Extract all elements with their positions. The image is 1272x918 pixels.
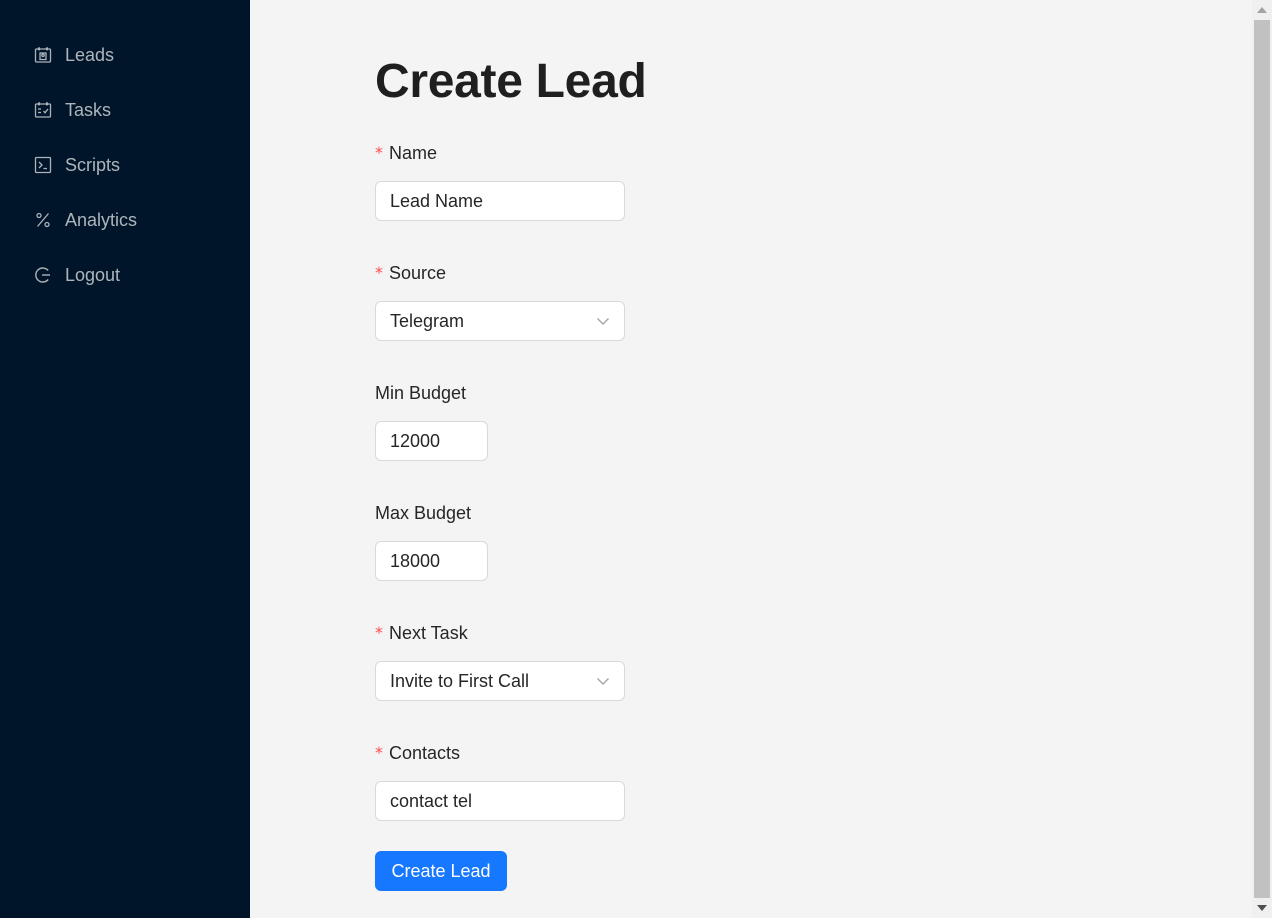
source-label-text: Source — [389, 263, 447, 283]
sidebar-item-label: Tasks — [65, 99, 112, 120]
contacts-input[interactable] — [375, 781, 625, 821]
name-label-text: Name — [389, 143, 438, 163]
scroll-up-arrow-icon[interactable] — [1257, 7, 1267, 13]
sidebar-item-scripts[interactable]: Scripts — [34, 153, 120, 177]
chevron-down-icon — [596, 674, 610, 688]
sidebar: Leads Tasks Scripts Analytics Logout — [0, 0, 250, 918]
vertical-scrollbar[interactable] — [1252, 0, 1272, 918]
percentage-icon — [34, 211, 52, 229]
sidebar-item-label: Scripts — [65, 154, 121, 175]
page-title: Create Lead — [375, 55, 647, 108]
required-asterisk: * — [375, 743, 383, 762]
required-asterisk: * — [375, 263, 383, 282]
source-select-value: Telegram — [390, 310, 465, 331]
sidebar-item-analytics[interactable]: Analytics — [34, 208, 137, 232]
source-label: * Source — [375, 262, 446, 284]
sidebar-item-label: Leads — [65, 44, 115, 65]
logout-icon — [34, 266, 52, 284]
sidebar-item-tasks[interactable]: Tasks — [34, 98, 111, 122]
schedule-icon — [34, 101, 52, 119]
scrollbar-thumb[interactable] — [1254, 20, 1270, 898]
name-label: * Name — [375, 142, 437, 164]
next-task-select[interactable]: Invite to First Call — [375, 661, 625, 701]
next-task-label-text: Next Task — [389, 623, 468, 643]
sidebar-item-label: Analytics — [65, 209, 138, 230]
required-asterisk: * — [375, 623, 383, 642]
contacts-label-text: Contacts — [389, 743, 461, 763]
contacts-label: * Contacts — [375, 742, 460, 764]
next-task-label: * Next Task — [375, 622, 468, 644]
contacts-calendar-icon — [34, 46, 52, 64]
code-terminal-icon — [34, 156, 52, 174]
sidebar-item-leads[interactable]: Leads — [34, 43, 114, 67]
max-budget-label-text: Max Budget — [375, 503, 472, 523]
main-content: Create Lead * Name * Source Telegram Min… — [250, 0, 1252, 918]
next-task-select-value: Invite to First Call — [390, 670, 530, 691]
create-lead-button[interactable]: Create Lead — [375, 851, 507, 891]
min-budget-label: Min Budget — [375, 382, 466, 404]
max-budget-label: Max Budget — [375, 502, 471, 524]
chevron-down-icon — [596, 314, 610, 328]
min-budget-label-text: Min Budget — [375, 383, 467, 403]
sidebar-item-logout[interactable]: Logout — [34, 263, 120, 287]
scroll-down-arrow-icon[interactable] — [1257, 905, 1267, 911]
max-budget-input[interactable] — [375, 541, 488, 581]
source-select[interactable]: Telegram — [375, 301, 625, 341]
min-budget-input[interactable] — [375, 421, 488, 461]
sidebar-item-label: Logout — [65, 264, 121, 285]
required-asterisk: * — [375, 143, 383, 162]
name-input[interactable] — [375, 181, 625, 221]
